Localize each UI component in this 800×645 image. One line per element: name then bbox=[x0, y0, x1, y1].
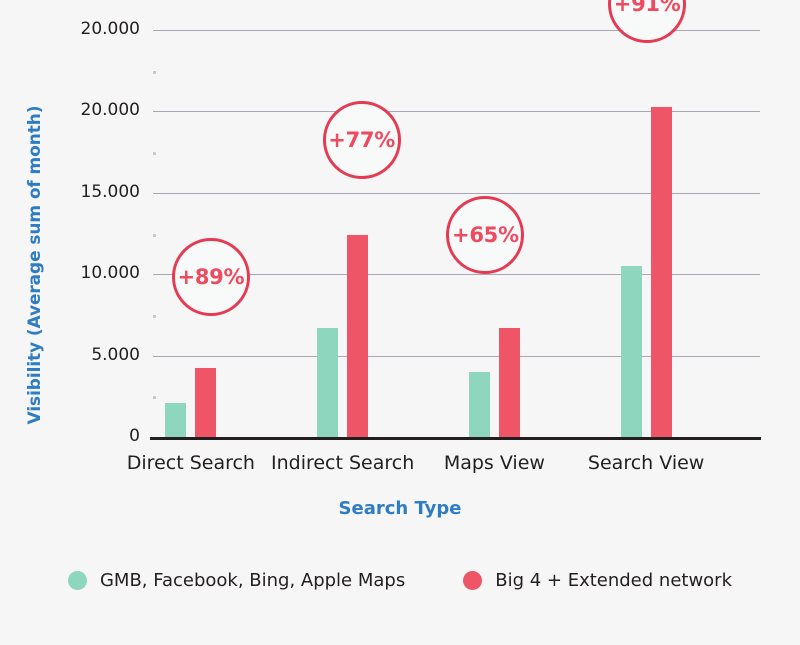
bar-3-1[interactable] bbox=[650, 106, 672, 437]
minor-tick bbox=[153, 314, 156, 318]
chart-legend: GMB, Facebook, Bing, Apple Maps Big 4 + … bbox=[0, 570, 800, 591]
minor-tick bbox=[153, 396, 156, 400]
bar-chart: Visibility (Average sum of month) 0 5.000… bbox=[0, 0, 800, 645]
annotation-badge-2: +65% bbox=[446, 195, 525, 274]
y-axis-tick-label: 0 bbox=[129, 426, 140, 446]
legend-item[interactable]: GMB, Facebook, Bing, Apple Maps bbox=[67, 570, 406, 591]
legend-label-series-1: Big 4 + Extended network bbox=[495, 570, 733, 591]
legend-label-series-0: GMB, Facebook, Bing, Apple Maps bbox=[99, 570, 406, 591]
x-axis-line bbox=[150, 437, 761, 440]
bar-2-0[interactable] bbox=[468, 371, 490, 437]
bar-2-1[interactable] bbox=[498, 327, 520, 437]
y-axis-tick-label: 20.000 bbox=[80, 19, 140, 39]
minor-tick bbox=[153, 70, 156, 74]
y-axis-tick-label: 15.000 bbox=[80, 181, 140, 202]
minor-tick bbox=[153, 152, 156, 156]
y-axis-tick-label: 10.000 bbox=[80, 263, 140, 284]
legend-item[interactable]: Big 4 + Extended network bbox=[463, 570, 732, 591]
annotation-badge-1: +77% bbox=[322, 101, 401, 180]
legend-swatch-series-1 bbox=[463, 571, 483, 590]
bar-3-0[interactable] bbox=[620, 266, 642, 437]
x-axis-tick-label: Search View bbox=[587, 452, 705, 474]
bar-1-0[interactable] bbox=[317, 327, 339, 437]
annotation-badge-3: +91% bbox=[608, 0, 687, 43]
bar-0-0[interactable] bbox=[165, 402, 187, 437]
y-axis-tick-label: 5.000 bbox=[91, 344, 140, 365]
bar-0-1[interactable] bbox=[195, 367, 217, 437]
y-axis-tick-label: 20.000 bbox=[80, 100, 140, 121]
legend-swatch-series-0 bbox=[67, 571, 87, 590]
plot-area: 0 5.000 10.000 15.000 20.000 20.000 +89% +77% +6… bbox=[81, 0, 761, 445]
bar-1-1[interactable] bbox=[347, 235, 369, 437]
minor-tick bbox=[153, 233, 156, 237]
x-axis-title: Search Type bbox=[338, 498, 462, 519]
annotation-badge-0: +89% bbox=[171, 237, 250, 316]
